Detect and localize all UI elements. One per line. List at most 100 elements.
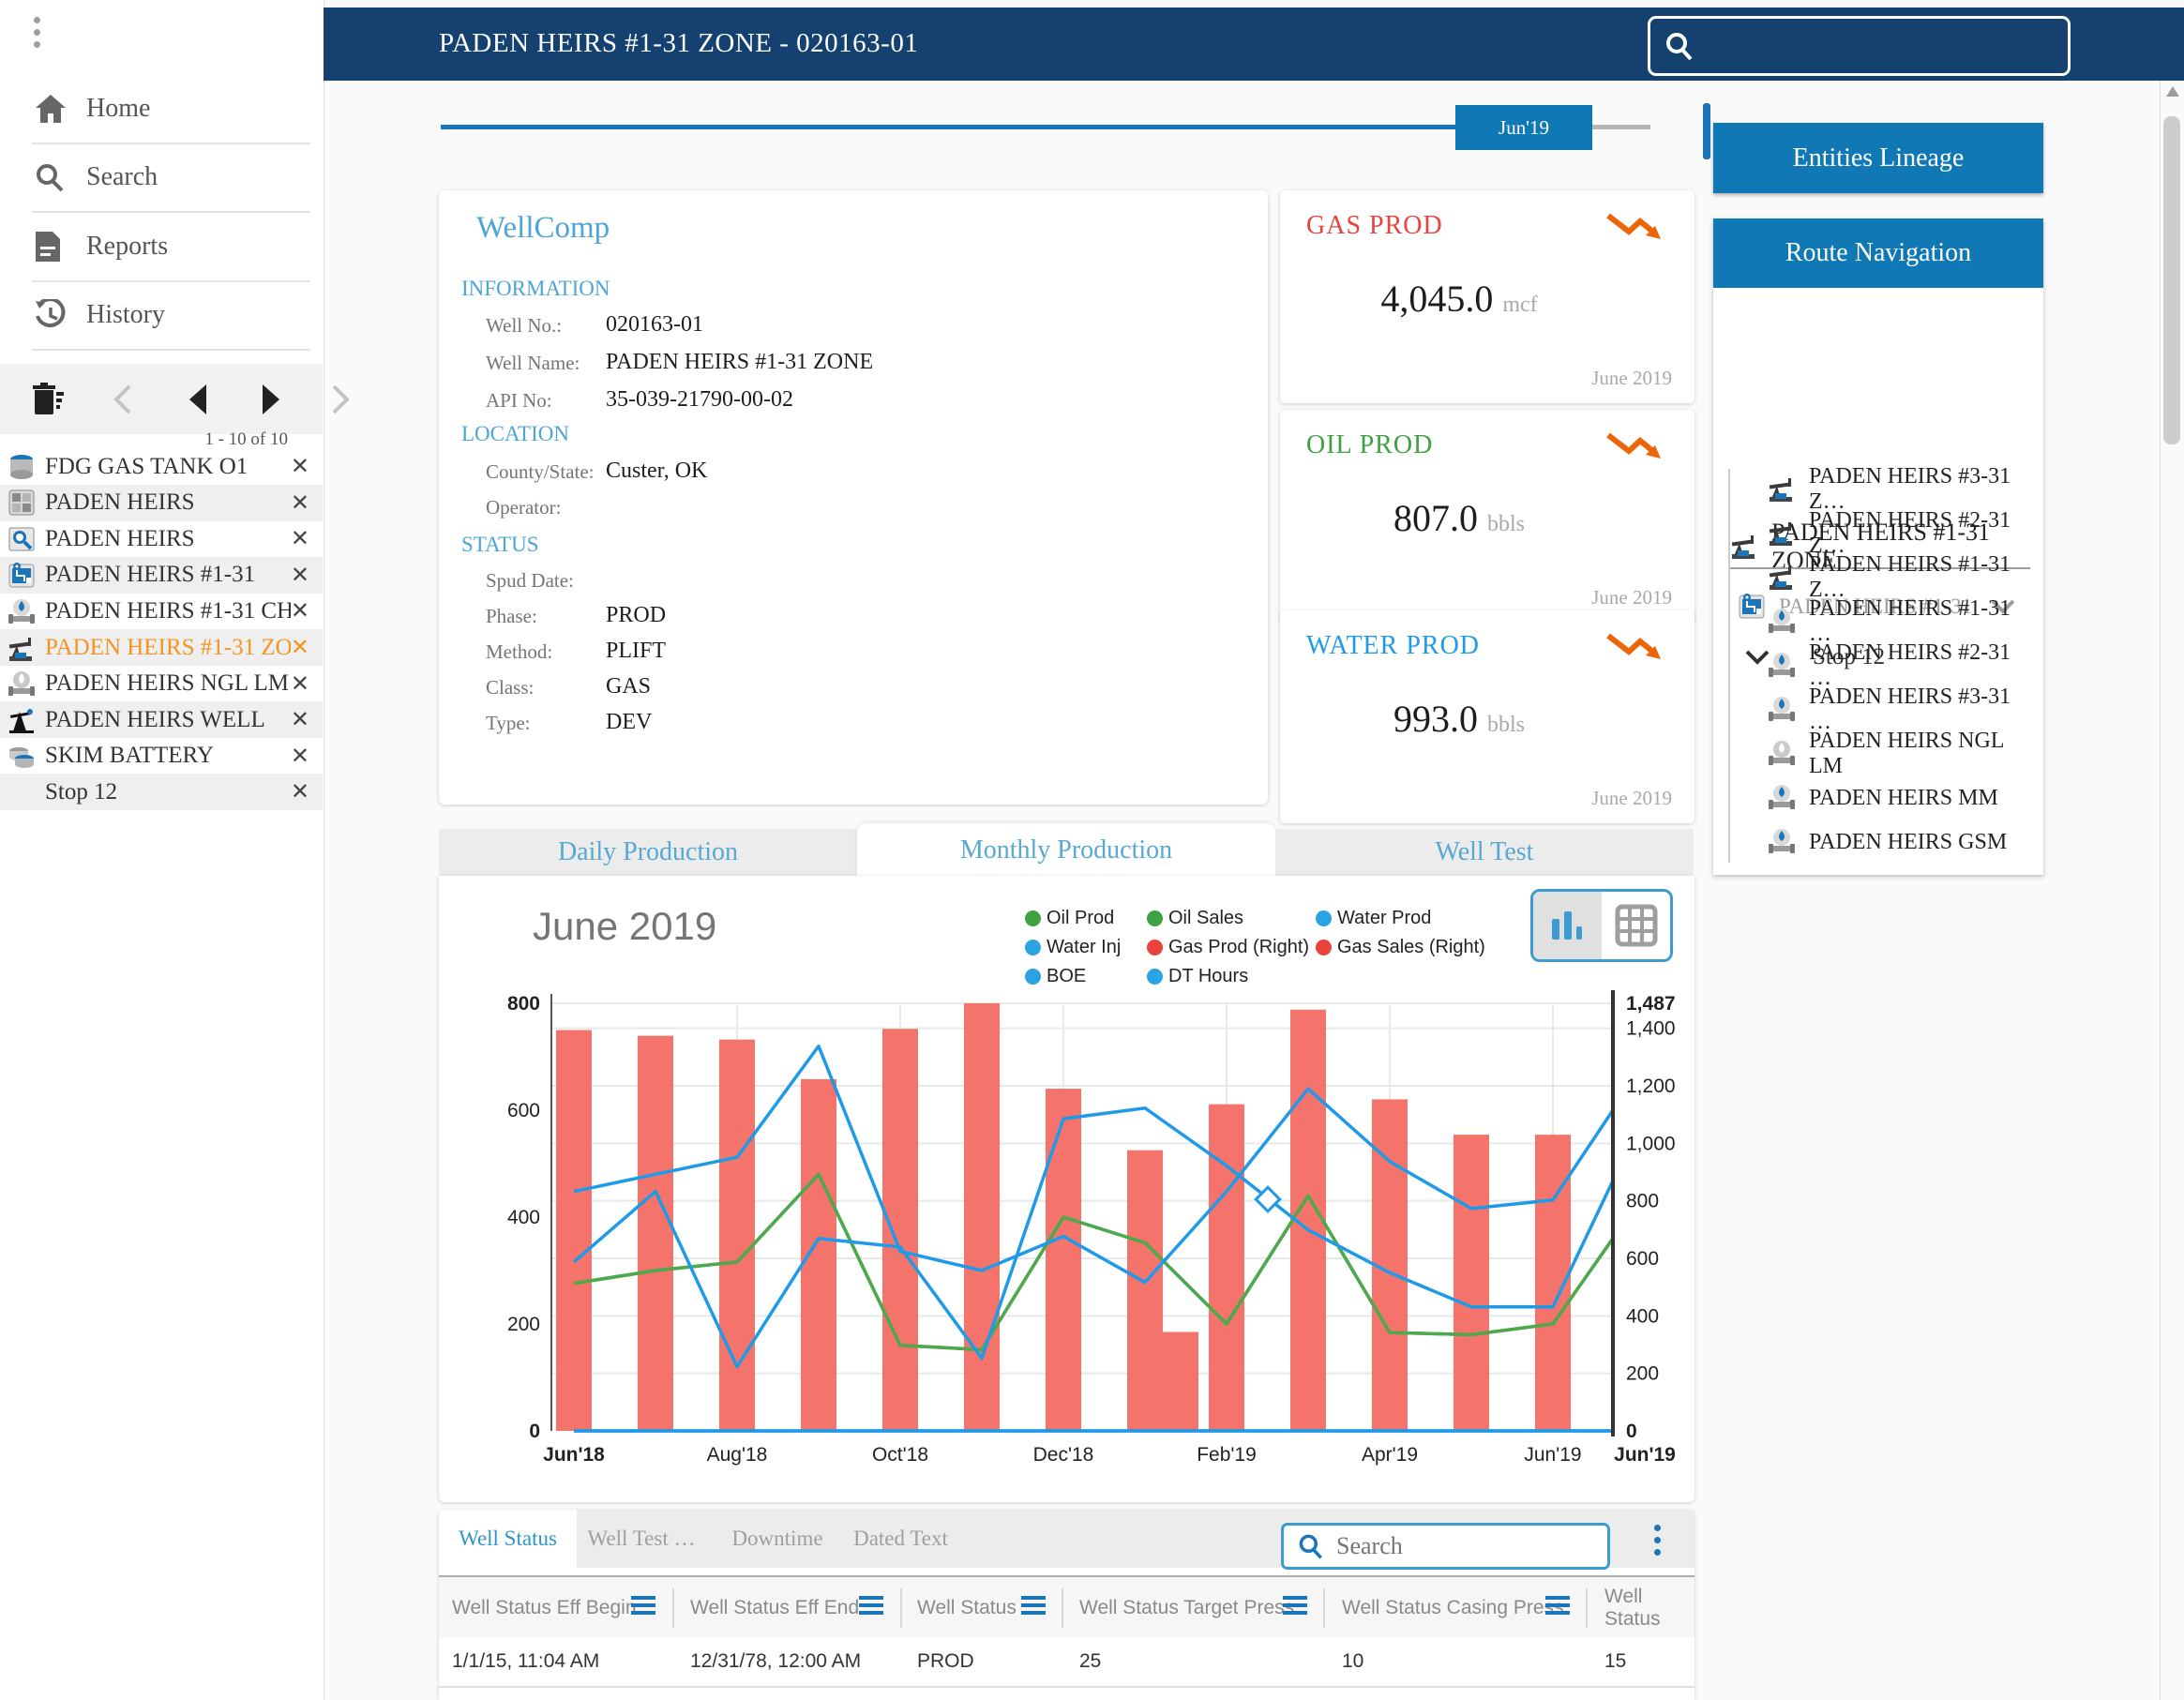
chevron-down-icon[interactable] xyxy=(1745,650,1770,665)
route-child-item[interactable]: PADEN HEIRS #3-31 Z… xyxy=(1768,468,2030,511)
sidebar-item-home[interactable]: Home xyxy=(0,80,324,138)
timeline-track[interactable] xyxy=(441,125,1455,129)
header-search[interactable] xyxy=(1648,16,2071,76)
sidebar-item-reports[interactable]: Reports xyxy=(0,218,324,276)
timeline-handle[interactable]: Jun'19 xyxy=(1455,105,1592,150)
entity-list-item[interactable]: PADEN HEIRS ✕ xyxy=(0,485,323,521)
svg-text:1,200: 1,200 xyxy=(1626,1076,1676,1097)
chart-panel: June 2019 Oil Prod Oil Sales Water Prod … xyxy=(439,876,1694,1502)
table-search[interactable] xyxy=(1281,1523,1610,1570)
page-last-icon[interactable] xyxy=(330,384,351,414)
entity-list-item[interactable]: PADEN HEIRS #1-31 CH… ✕ xyxy=(0,593,323,629)
scroll-up-icon[interactable] xyxy=(2166,86,2179,97)
table-search-input[interactable] xyxy=(1334,1531,1582,1561)
entity-list-item[interactable]: FDG GAS TANK O1 ✕ xyxy=(0,448,323,485)
svg-text:0: 0 xyxy=(1626,1421,1637,1442)
column-menu-icon[interactable] xyxy=(631,1596,655,1615)
close-icon[interactable]: ✕ xyxy=(291,562,309,589)
timeline-end-handle[interactable] xyxy=(1703,103,1710,159)
table-row[interactable]: 1/1/15, 11:04 AM12/31/78, 12:00 AMPROD25… xyxy=(439,1637,1694,1688)
sidebar-item-search[interactable]: Search xyxy=(0,148,324,206)
close-icon[interactable]: ✕ xyxy=(291,778,309,805)
kpi-value: 4,045.0 xyxy=(1380,278,1493,320)
tab-dated-text[interactable]: Dated Text xyxy=(833,1510,969,1568)
scrollbar-thumb[interactable] xyxy=(2163,116,2180,444)
column-header[interactable]: Well Status Eff End xyxy=(690,1577,859,1639)
well-icon xyxy=(8,706,38,734)
field-label: Spud Date: xyxy=(486,569,574,593)
column-header[interactable]: Well Status Eff Begin xyxy=(452,1577,637,1639)
column-header[interactable]: Well Status xyxy=(1604,1577,1694,1639)
field-label: Well No.: xyxy=(486,314,562,338)
entity-list-item[interactable]: PADEN HEIRS WELL ✕ xyxy=(0,701,323,738)
sidebar-kebab-menu-icon[interactable] xyxy=(34,17,40,48)
route-child-item[interactable]: PADEN HEIRS #2-31 … xyxy=(1768,644,2030,687)
close-icon[interactable]: ✕ xyxy=(291,525,309,552)
field-label: Phase: xyxy=(486,605,537,628)
column-menu-icon[interactable] xyxy=(1545,1596,1570,1615)
close-icon[interactable]: ✕ xyxy=(291,743,309,770)
tab-well-test[interactable]: Well Test xyxy=(1275,829,1694,876)
entity-list-item[interactable]: SKIM BATTERY ✕ xyxy=(0,738,323,775)
field-label: Method: xyxy=(486,640,552,664)
entity-list-item[interactable]: PADEN HEIRS #1-31 ZO… ✕ xyxy=(0,629,323,666)
pumpjack-icon xyxy=(8,634,38,662)
header-search-input[interactable] xyxy=(1695,32,2037,60)
column-menu-icon[interactable] xyxy=(859,1596,883,1615)
report-grid-icon xyxy=(8,489,38,517)
entity-list-item[interactable]: PADEN HEIRS ✕ xyxy=(0,520,323,557)
gas-meter-icon xyxy=(1768,827,1800,857)
route-child-item[interactable]: PADEN HEIRS #1-31 Z… xyxy=(1768,556,2030,599)
close-icon[interactable]: ✕ xyxy=(291,489,309,517)
svg-text:Oct'18: Oct'18 xyxy=(872,1444,928,1466)
column-menu-icon[interactable] xyxy=(1283,1596,1307,1615)
wellcomp-dashboard: Home Search Reports History xyxy=(0,0,2184,1700)
tab-daily-production[interactable]: Daily Production xyxy=(439,829,857,876)
kpi-unit: bbls xyxy=(1487,713,1525,737)
gas-meter-icon xyxy=(1768,607,1800,637)
table-kebab-menu-icon[interactable] xyxy=(1654,1525,1661,1556)
route-child-label: PADEN HEIRS GSM xyxy=(1809,830,2007,855)
entity-list-item[interactable]: Stop 12 ✕ xyxy=(0,774,323,810)
reports-icon xyxy=(34,230,75,263)
pumpjack-icon xyxy=(1730,532,1762,562)
column-header[interactable]: Well Status Casing Press xyxy=(1342,1577,1564,1639)
tab-well-test-[interactable]: Well Test … xyxy=(571,1510,712,1568)
clear-list-icon[interactable] xyxy=(32,383,64,416)
close-icon[interactable]: ✕ xyxy=(291,670,309,698)
field-value: PROD xyxy=(606,603,666,628)
gas-meter-icon xyxy=(1768,783,1800,813)
tab-monthly-production[interactable]: Monthly Production xyxy=(857,823,1275,878)
route-child-item[interactable]: PADEN HEIRS MM xyxy=(1768,776,2030,820)
kpi-card-oil-prod: OIL PROD 807.0bbls June 2019 xyxy=(1280,410,1694,623)
close-icon[interactable]: ✕ xyxy=(291,597,309,624)
battery-icon xyxy=(8,742,38,770)
entities-lineage-button[interactable]: Entities Lineage xyxy=(1713,123,2043,193)
svg-text:1,000: 1,000 xyxy=(1626,1133,1676,1154)
route-child-item[interactable]: PADEN HEIRS #2-31 Z… xyxy=(1768,512,2030,555)
route-child-item[interactable]: PADEN HEIRS GSM xyxy=(1768,820,2030,864)
entity-list-item[interactable]: PADEN HEIRS #1-31 ✕ xyxy=(0,557,323,594)
sidebar-item-history[interactable]: History xyxy=(0,286,324,344)
close-icon[interactable]: ✕ xyxy=(291,634,309,661)
column-header[interactable]: Well Status xyxy=(917,1577,1017,1639)
route-child-item[interactable]: PADEN HEIRS #1-31 … xyxy=(1768,600,2030,643)
kpi-title: GAS PROD xyxy=(1306,211,1443,241)
page-first-icon[interactable] xyxy=(113,384,133,414)
page-prev-icon[interactable] xyxy=(188,384,208,414)
tab-well-status[interactable]: Well Status xyxy=(439,1510,577,1568)
close-icon[interactable]: ✕ xyxy=(291,453,309,480)
tab-downtime[interactable]: Downtime xyxy=(713,1510,842,1568)
kpi-period: June 2019 xyxy=(1591,586,1672,609)
route-child-label: PADEN HEIRS MM xyxy=(1809,786,1998,811)
well-status-panel: Well StatusWell Test …DowntimeDated Text… xyxy=(439,1510,1694,1700)
close-icon[interactable]: ✕ xyxy=(291,706,309,733)
entity-list-item[interactable]: PADEN HEIRS NGL LM ✕ xyxy=(0,666,323,702)
page-next-icon[interactable] xyxy=(261,384,281,414)
column-header[interactable]: Well Status Target Press xyxy=(1079,1577,1294,1639)
timeline-track-remainder[interactable] xyxy=(1592,125,1650,129)
route-child-item[interactable]: PADEN HEIRS NGL LM xyxy=(1768,732,2030,775)
route-child-item[interactable]: PADEN HEIRS #3-31 … xyxy=(1768,688,2030,731)
column-menu-icon[interactable] xyxy=(1021,1596,1046,1615)
kpi-period: June 2019 xyxy=(1591,787,1672,810)
